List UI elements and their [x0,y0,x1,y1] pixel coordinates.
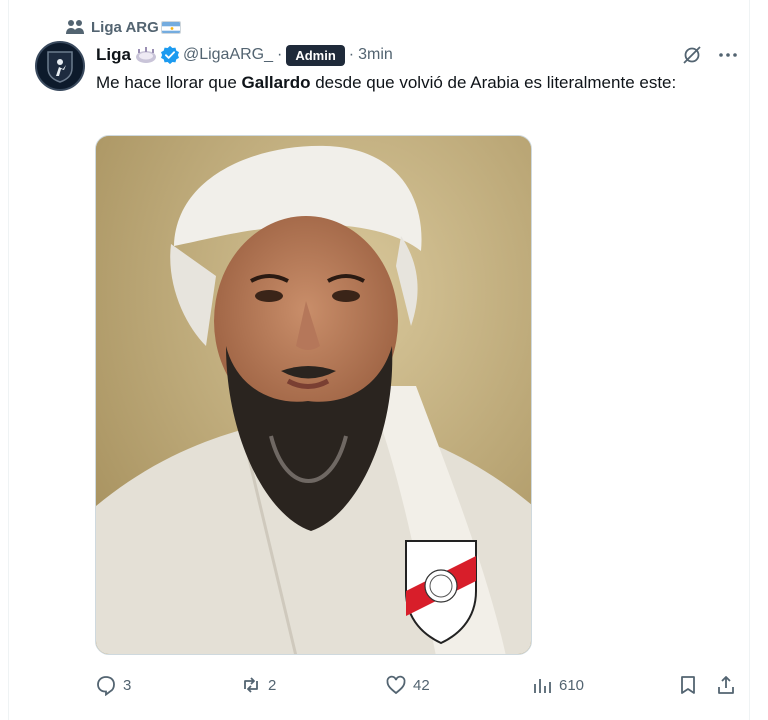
tweet-image[interactable] [95,135,532,655]
separator-dot: · [277,46,283,63]
reply-button[interactable]: 3 [95,670,131,700]
tweet-text-bold: Gallardo [241,73,311,92]
people-icon [66,20,84,34]
display-name[interactable]: Liga [96,45,131,65]
argentina-flag-icon [160,20,181,34]
share-button[interactable] [715,670,737,700]
avatar[interactable] [35,41,85,91]
like-button[interactable]: 42 [385,670,430,700]
stadium-emoji-icon [135,47,156,63]
community-name[interactable]: Liga ARG [91,19,181,36]
tweet-actions: 3 2 42 610 [95,670,743,700]
repost-button[interactable]: 2 [240,670,276,700]
reply-count: 3 [123,676,132,694]
views-chart-icon [534,679,551,693]
grok-icon[interactable] [681,44,703,66]
reply-icon [97,676,115,696]
tweet-text-part: desde que volvió de Arabia es literalmen… [310,73,677,92]
bookmark-icon [681,676,695,694]
community-context[interactable]: Liga ARG [65,16,181,38]
tweet-header: Liga @LigaARG_ · Admin · 3min [96,44,393,66]
bookmark-button[interactable] [677,670,699,700]
heart-icon [386,675,406,695]
photo-illustration [96,136,531,654]
separator-dot: · [348,46,355,63]
admin-badge: Admin [286,44,345,66]
top-actions [681,44,739,66]
repost-count: 2 [268,676,277,694]
more-options-icon[interactable] [717,44,739,66]
tweet-text: Me hace llorar que Gallardo desde que vo… [96,71,736,95]
view-count: 610 [559,676,585,694]
like-count: 42 [413,676,430,694]
tweet-card[interactable]: Liga ARG Liga @LigaARG_ · Admin · 3min M… [8,0,750,720]
shield-logo-icon [47,51,73,83]
views-button[interactable]: 610 [531,670,584,700]
verified-badge-icon [160,45,179,65]
timestamp[interactable]: 3min [358,46,393,64]
share-icon [718,676,734,694]
community-name-label: Liga ARG [91,18,159,36]
repost-icon [244,677,258,693]
tweet-text-part: Me hace llorar que [96,73,242,92]
handle[interactable]: @LigaARG_ [183,46,273,64]
